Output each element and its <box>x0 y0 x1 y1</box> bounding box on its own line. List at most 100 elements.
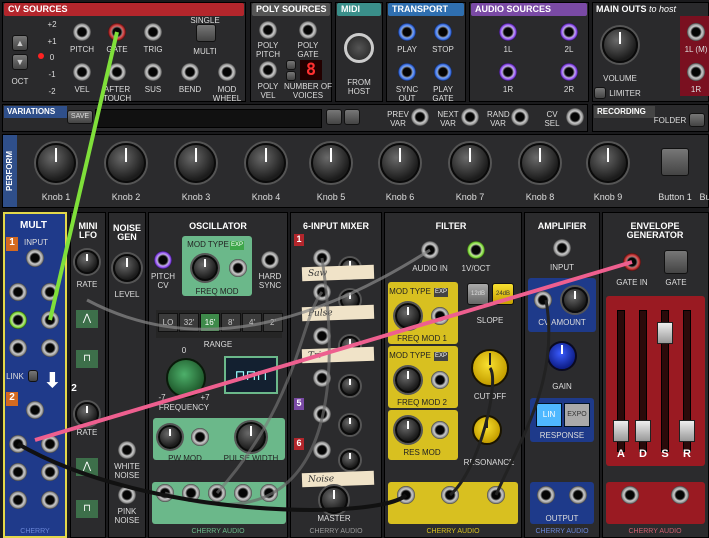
lfo1-tri-icon[interactable]: ⋀ <box>76 310 98 328</box>
filter-res-mod-jack[interactable] <box>431 421 449 439</box>
octave-down-button[interactable]: ▼ <box>12 54 28 70</box>
mult2-input-jack[interactable] <box>26 401 44 419</box>
osc-pitch-cv-jack[interactable] <box>154 251 172 269</box>
perform-knob-8[interactable] <box>520 143 560 183</box>
perform-knob-4[interactable] <box>246 143 286 183</box>
single-multi-switch[interactable] <box>196 24 216 42</box>
perform-knob-9[interactable] <box>588 143 628 183</box>
env-attack-slider[interactable] <box>613 420 629 442</box>
amp-cv-amount-knob[interactable] <box>562 287 588 313</box>
sync-out-jack[interactable] <box>398 63 416 81</box>
voices-down-button[interactable] <box>286 71 296 81</box>
osc-out-square-jack[interactable] <box>260 484 278 502</box>
out-1r-jack[interactable] <box>687 63 705 81</box>
filter-freq-mod1-knob[interactable] <box>395 303 421 329</box>
mult1-out-b-jack[interactable] <box>41 283 59 301</box>
range-8[interactable]: 8' <box>221 313 241 332</box>
poly-gate-jack[interactable] <box>299 21 317 39</box>
mult2-out-c-jack[interactable] <box>9 463 27 481</box>
prev-var-jack[interactable] <box>411 108 429 126</box>
amp-expo-button[interactable]: EXPO <box>564 403 590 427</box>
amp-gain-knob[interactable] <box>547 341 577 371</box>
mult2-out-f-jack[interactable] <box>41 491 59 509</box>
perform-knob-7[interactable] <box>450 143 490 183</box>
filter-hp-out-jack[interactable] <box>487 486 505 504</box>
poly-vel-jack[interactable] <box>259 61 277 79</box>
mixer-in2-jack[interactable] <box>313 283 331 301</box>
perform-knob-3[interactable] <box>176 143 216 183</box>
pink-noise-jack[interactable] <box>118 486 136 504</box>
osc-freq-mod-knob[interactable] <box>192 255 218 281</box>
audio-1r-jack[interactable] <box>499 63 517 81</box>
osc-frequency-knob[interactable] <box>166 358 206 398</box>
env-gate-button[interactable] <box>664 250 688 274</box>
white-noise-jack[interactable] <box>118 441 136 459</box>
mult1-out-d-jack[interactable] <box>41 311 59 329</box>
lfo2-square-icon[interactable]: ⊓ <box>76 500 98 518</box>
env-release-slider[interactable] <box>679 420 695 442</box>
audio-1l-jack[interactable] <box>499 23 517 41</box>
pitch-jack[interactable] <box>73 23 91 41</box>
perform-knob-6[interactable] <box>380 143 420 183</box>
lfo2-tri-icon[interactable]: ⋀ <box>76 458 98 476</box>
next-var-jack[interactable] <box>461 108 479 126</box>
poly-pitch-jack[interactable] <box>259 21 277 39</box>
osc-out-saw-jack[interactable] <box>156 484 174 502</box>
filter-freq-mod2-knob[interactable] <box>395 367 421 393</box>
modwheel-jack[interactable] <box>218 63 236 81</box>
filter-lp-out-jack[interactable] <box>397 486 415 504</box>
variation-selector[interactable] <box>95 109 322 128</box>
env-decay-slider[interactable] <box>635 420 651 442</box>
mult1-out-e-jack[interactable] <box>9 339 27 357</box>
filter-slope-12-button[interactable]: 12dB <box>467 283 489 305</box>
bend-jack[interactable] <box>181 63 199 81</box>
rand-var-jack[interactable] <box>511 108 529 126</box>
mixer-in6-jack[interactable] <box>313 441 331 459</box>
osc-exp-badge[interactable]: EXP <box>230 241 244 250</box>
osc-out-sine-jack[interactable] <box>208 484 226 502</box>
mixer-master-knob[interactable] <box>320 486 348 514</box>
lfo1-rate-knob[interactable] <box>75 250 99 274</box>
gate-jack[interactable] <box>108 23 126 41</box>
var-next-arrow[interactable] <box>344 109 360 125</box>
filter-exp-2[interactable]: EXP <box>434 352 448 361</box>
osc-out-pulse-jack[interactable] <box>234 484 252 502</box>
mult-link-switch[interactable] <box>28 370 38 382</box>
midi-din-icon[interactable] <box>344 33 374 63</box>
mult1-out-c-jack[interactable] <box>9 311 27 329</box>
osc-freq-mod-jack[interactable] <box>229 259 247 277</box>
amp-cv-jack[interactable] <box>534 291 552 309</box>
env-gate-in-jack[interactable] <box>623 253 641 271</box>
range-4[interactable]: 4' <box>242 313 262 332</box>
var-prev-arrow[interactable] <box>326 109 342 125</box>
mixer-lvl5-knob[interactable] <box>340 415 360 435</box>
cv-sel-jack[interactable] <box>566 108 584 126</box>
osc-out-tri-jack[interactable] <box>182 484 200 502</box>
perform-knob-1[interactable] <box>36 143 76 183</box>
perform-knob-2[interactable] <box>106 143 146 183</box>
mult1-input-jack[interactable] <box>26 249 44 267</box>
play-jack[interactable] <box>398 23 416 41</box>
stop-jack[interactable] <box>434 23 452 41</box>
lfo1-square-icon[interactable]: ⊓ <box>76 350 98 368</box>
volume-knob[interactable] <box>602 27 638 63</box>
filter-bp-out-jack[interactable] <box>441 486 459 504</box>
folder-button[interactable] <box>689 113 705 127</box>
env-sustain-slider[interactable] <box>657 322 673 344</box>
mult2-out-e-jack[interactable] <box>9 491 27 509</box>
mixer-in1-jack[interactable] <box>313 249 331 267</box>
filter-slope-24-button[interactable]: 24dB <box>492 283 514 305</box>
filter-resonance-knob[interactable] <box>472 415 502 445</box>
sus-jack[interactable] <box>144 63 162 81</box>
osc-hard-sync-jack[interactable] <box>261 251 279 269</box>
octave-up-button[interactable]: ▲ <box>12 35 28 51</box>
mixer-lvl4-knob[interactable] <box>340 376 360 396</box>
perform-knob-5[interactable] <box>311 143 351 183</box>
amp-output-plus-jack[interactable] <box>569 486 587 504</box>
env-out-inv-jack[interactable] <box>671 486 689 504</box>
filter-cutoff-knob[interactable] <box>471 349 509 387</box>
voices-up-button[interactable] <box>286 60 296 70</box>
filter-vo-jack[interactable] <box>467 241 485 259</box>
osc-pulse-width-knob[interactable] <box>236 422 266 452</box>
osc-pw-mod-jack[interactable] <box>191 428 209 446</box>
